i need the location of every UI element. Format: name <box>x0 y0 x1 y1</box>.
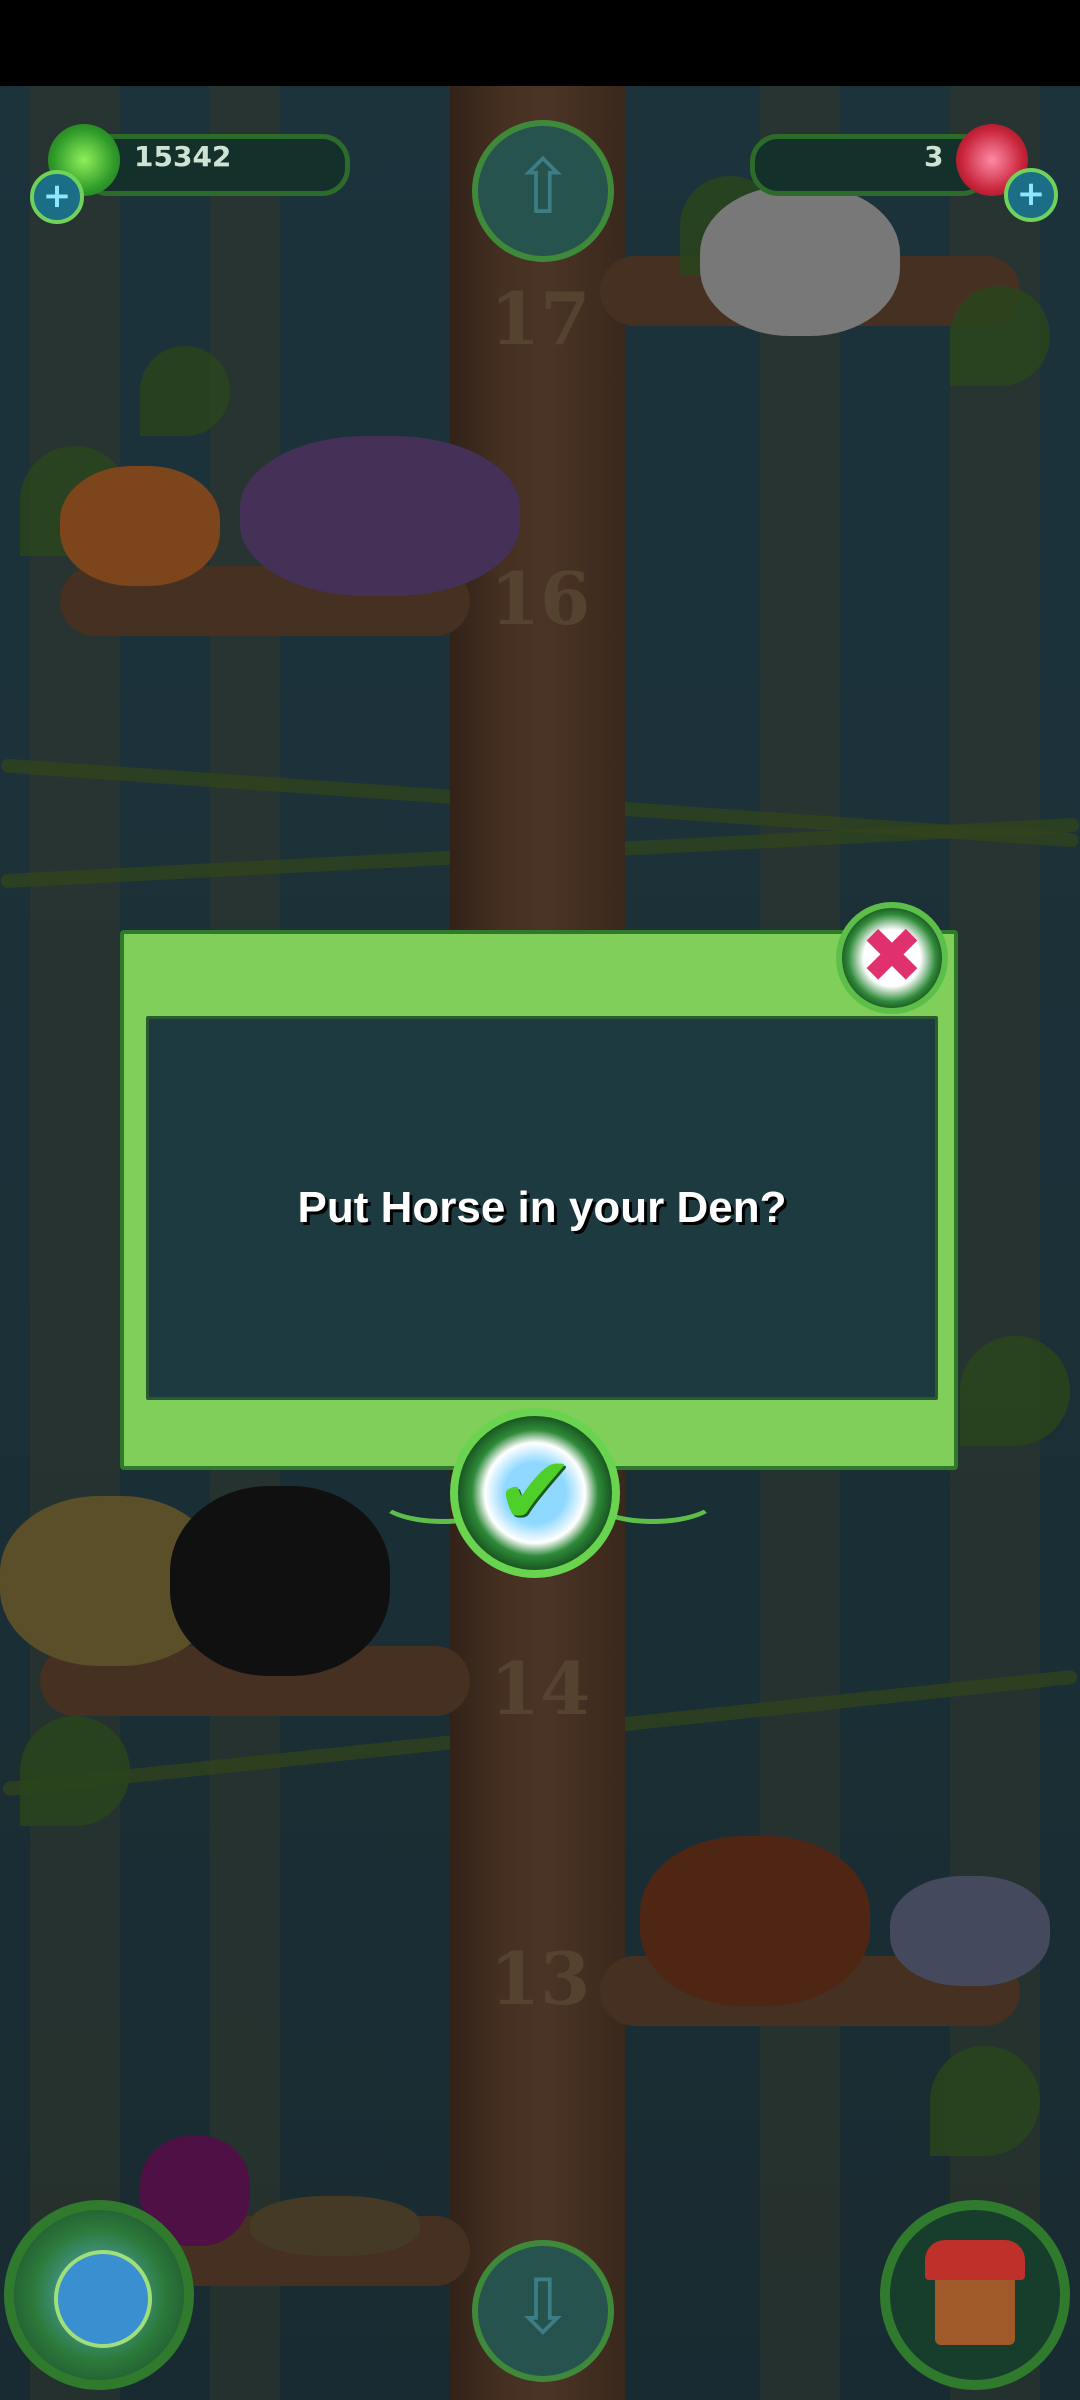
den-button[interactable] <box>880 2200 1070 2390</box>
checkmark-icon: ✔ <box>494 1435 576 1547</box>
dialog-message-panel: Put Horse in your Den? <box>146 1016 938 1400</box>
close-button[interactable]: ✖ <box>836 902 948 1014</box>
add-gems-button[interactable]: + <box>30 170 84 224</box>
globe-icon <box>54 2250 152 2348</box>
confirm-button[interactable]: ✔ <box>450 1408 620 1578</box>
house-roof-icon <box>925 2240 1025 2280</box>
tokens-count: 3 <box>924 140 944 173</box>
tokens-counter-bar <box>750 134 990 196</box>
scroll-down-arrow-icon[interactable]: ⇩ <box>472 2240 614 2382</box>
add-tokens-button[interactable]: + <box>1004 168 1058 222</box>
world-map-button[interactable] <box>4 2200 194 2390</box>
dialog-message: Put Horse in your Den? <box>297 1183 787 1232</box>
status-bar <box>0 0 1080 86</box>
close-icon: ✖ <box>860 911 924 1000</box>
gems-count: 15342 <box>134 140 232 173</box>
confirm-dialog: Put Horse in your Den? <box>120 930 958 1470</box>
scroll-up-arrow-icon[interactable]: ⇧ <box>472 120 614 262</box>
